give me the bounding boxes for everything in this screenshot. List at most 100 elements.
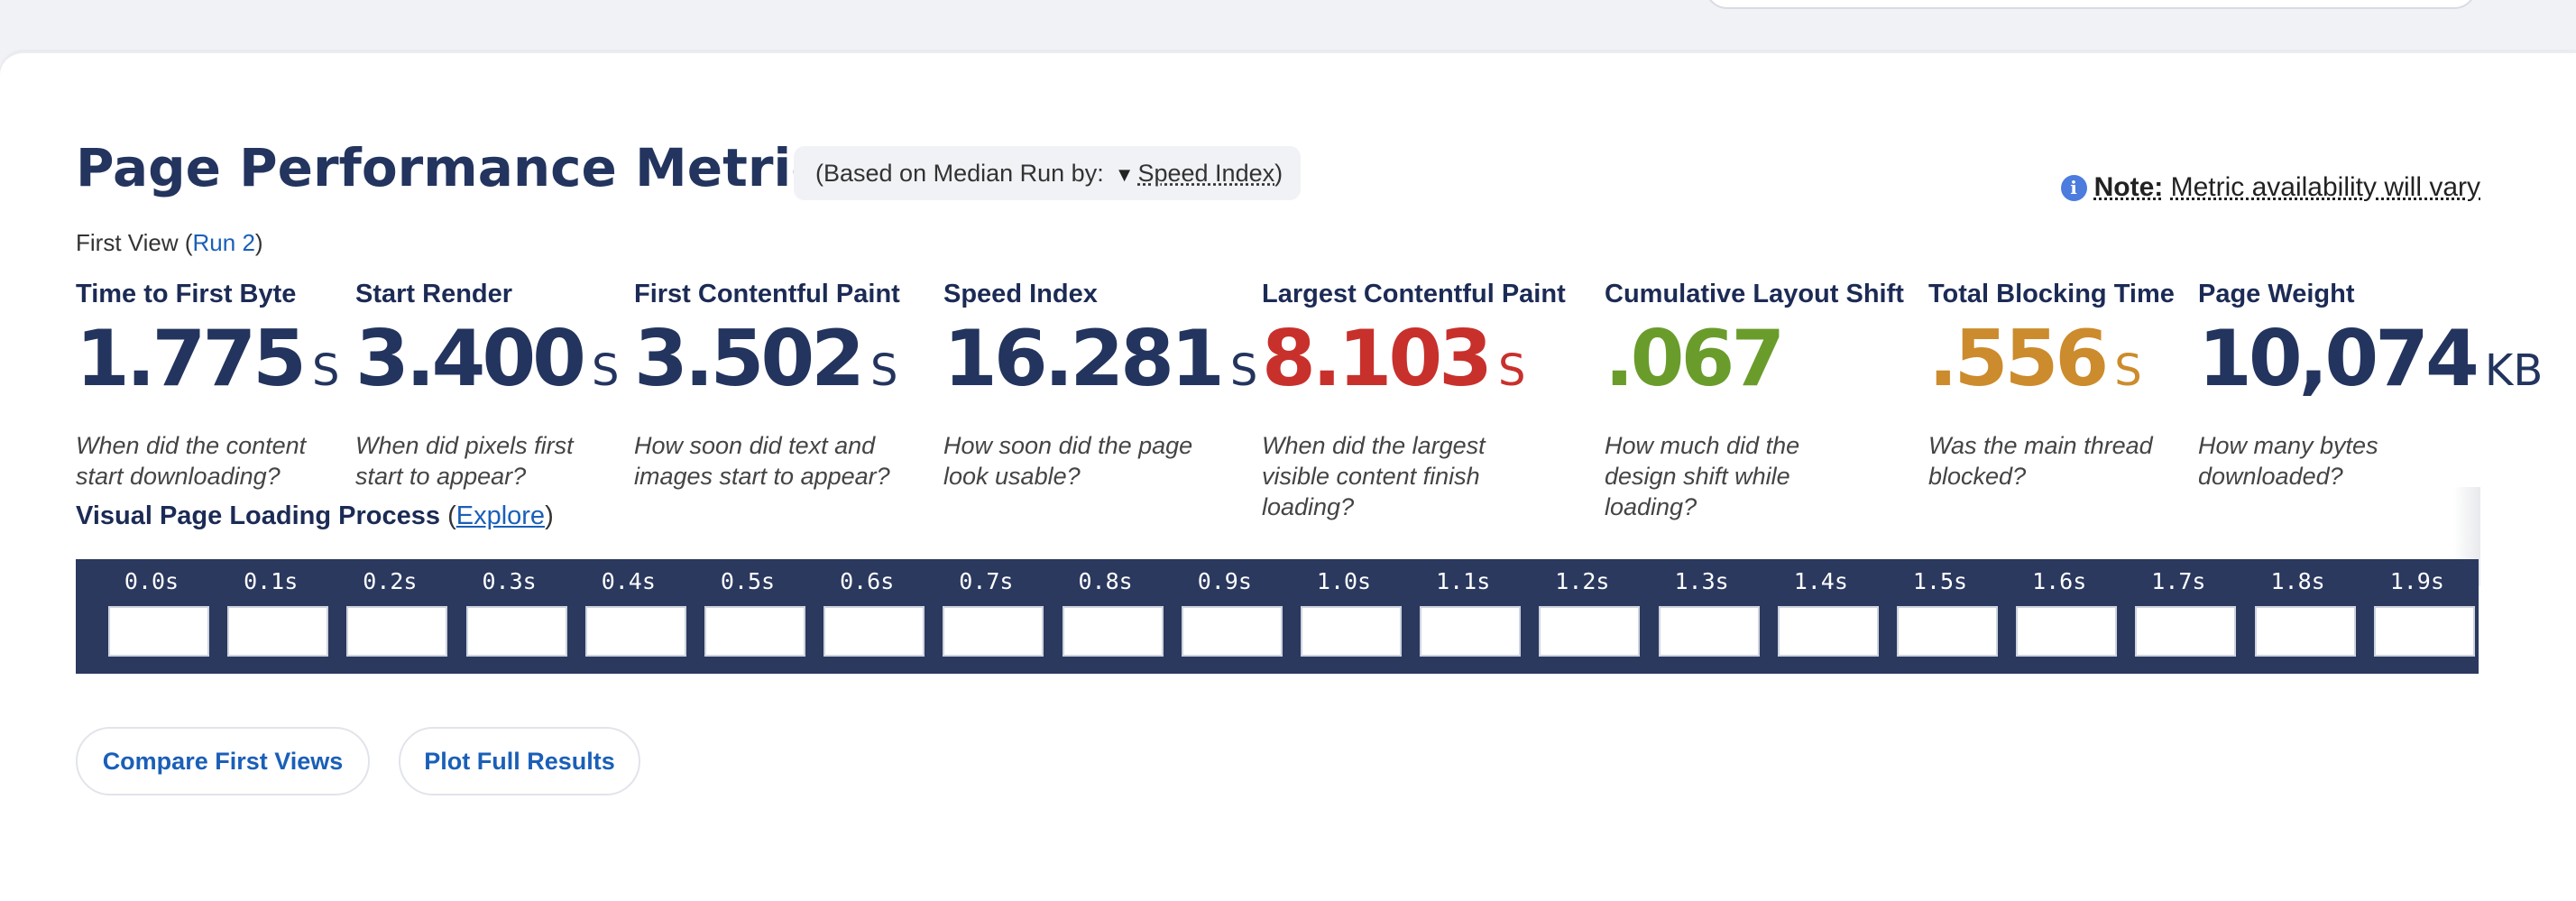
filmstrip-frame[interactable]: 1.0s [1284, 559, 1403, 674]
filmstrip-frame[interactable]: 0.7s [926, 559, 1045, 674]
filmstrip-frame[interactable]: 0.9s [1165, 559, 1284, 674]
filmstrip[interactable]: 0.0s 0.1s 0.2s 0.3s 0.4s 0.5s 0.6s 0.7s 0.8s 0.9s… [76, 559, 2479, 674]
frame-thumbnail[interactable] [1777, 606, 1879, 657]
filmstrip-frame[interactable]: 1.3s [1642, 559, 1762, 674]
filmstrip-frame[interactable]: 1.9s [2358, 559, 2477, 674]
metric-description: When did pixels first start to appear? [355, 432, 574, 490]
filmstrip-frame[interactable]: 1.7s [2119, 559, 2238, 674]
metric-column: Largest Contentful Paint 8.103 S When did t… [1262, 276, 1566, 522]
median-metric-select[interactable]: Speed Index [1137, 160, 1274, 187]
view-label: First View ( [76, 229, 193, 256]
metric-value: 1.775 S [76, 314, 346, 427]
metric-unit: S [1229, 345, 1258, 396]
explore-link[interactable]: Explore [456, 501, 545, 530]
frame-thumbnail[interactable] [1062, 606, 1164, 657]
filmstrip-frame[interactable]: 0.5s [688, 559, 807, 674]
metric-value: 8.103 S [1262, 314, 1566, 427]
filmstrip-frame[interactable]: 0.4s [569, 559, 688, 674]
frame-thumbnail[interactable] [2135, 606, 2237, 657]
frame-thumbnail[interactable] [2373, 606, 2475, 657]
frame-timestamp: 1.5s [1912, 568, 1968, 594]
frame-thumbnail[interactable] [2016, 606, 2118, 657]
frame-thumbnail[interactable] [704, 606, 805, 657]
metric-value: 3.400 S [355, 314, 626, 427]
frame-thumbnail[interactable] [346, 606, 448, 657]
metric-unit: S [870, 345, 898, 396]
filmstrip-frame[interactable]: 0.8s [1046, 559, 1165, 674]
frame-timestamp: 1.4s [1793, 568, 1848, 594]
metric-unit: S [312, 345, 340, 396]
metric-description: Was the main thread blocked? [1928, 432, 2153, 490]
metric-label: Total Blocking Time [1928, 280, 2175, 308]
frame-thumbnail[interactable] [1301, 606, 1402, 657]
frame-thumbnail[interactable] [465, 606, 567, 657]
metric-number: 8.103 [1262, 314, 1493, 404]
filmstrip-frame[interactable]: 1.1s [1403, 559, 1523, 674]
frame-timestamp: 0.0s [124, 568, 179, 594]
dropdown-triangle-icon[interactable]: ▼ [1115, 148, 1135, 202]
plot-full-results-button[interactable]: Plot Full Results [399, 727, 640, 795]
frame-thumbnail[interactable] [1181, 606, 1283, 657]
metric-description: How soon did the page look usable? [943, 432, 1193, 490]
metric-description: How much did the design shift while load… [1605, 432, 1800, 520]
frame-thumbnail[interactable] [1539, 606, 1641, 657]
frame-timestamp: 1.3s [1674, 568, 1729, 594]
frame-thumbnail[interactable] [1658, 606, 1760, 657]
median-run-selector: (Based on Median Run by: ▼ Speed Index) [794, 146, 1301, 200]
metric-column: Start Render 3.400 S When did pixels first … [355, 276, 626, 492]
run-link[interactable]: Run 2 [193, 229, 255, 256]
filmstrip-frame[interactable]: 0.3s [450, 559, 569, 674]
metric-unit: S [1498, 345, 1526, 396]
frame-thumbnail[interactable] [2254, 606, 2356, 657]
frame-thumbnail[interactable] [227, 606, 329, 657]
metric-value: .556 S [1928, 314, 2199, 427]
filmstrip-frame[interactable]: 1.8s [2239, 559, 2358, 674]
metric-label: First Contentful Paint [634, 280, 900, 308]
frame-thumbnail[interactable] [584, 606, 686, 657]
info-icon: i [2060, 175, 2087, 201]
metric-column: Time to First Byte 1.775 S When did the con… [76, 276, 346, 492]
frame-thumbnail[interactable] [1897, 606, 1998, 657]
filmstrip-frame[interactable]: 0.1s [211, 559, 330, 674]
metric-number: 10,074 [2198, 314, 2479, 404]
filmstrip-frame[interactable]: 0.2s [330, 559, 449, 674]
filmstrip-frame[interactable]: 0.0s [92, 559, 211, 674]
compare-first-views-button[interactable]: Compare First Views [76, 727, 370, 795]
explore-close-paren: ) [545, 501, 554, 530]
frame-thumbnail[interactable] [823, 606, 925, 657]
metric-description: When did the largest visible content fin… [1262, 432, 1486, 520]
frame-timestamp: 1.7s [2151, 568, 2206, 594]
filmstrip-frame[interactable]: 1.4s [1762, 559, 1881, 674]
filmstrip-frame[interactable]: 1.5s [1881, 559, 2000, 674]
metric-column: Cumulative Layout Shift .067 How much did … [1605, 276, 1904, 522]
frame-timestamp: 0.5s [720, 568, 776, 594]
median-run-prefix: (Based on Median Run by: [815, 160, 1104, 187]
frame-timestamp: 0.1s [244, 568, 299, 594]
metric-number: 3.502 [634, 314, 865, 404]
frame-thumbnail[interactable] [1420, 606, 1522, 657]
filmstrip-frame[interactable]: 1.2s [1523, 559, 1642, 674]
metric-value: .067 [1605, 314, 1904, 427]
filmstrip-frame[interactable]: 1.6s [2000, 559, 2119, 674]
search-box[interactable] [1705, 0, 2477, 9]
filmstrip-frame[interactable]: 0.6s [807, 559, 926, 674]
frame-timestamp: 1.8s [2270, 568, 2325, 594]
frame-timestamp: 1.6s [2032, 568, 2087, 594]
page-title: Page Performance Metrics [76, 137, 854, 198]
metric-label: Page Weight [2198, 280, 2355, 308]
metric-availability-note[interactable]: i Note: Metric availability will vary [2060, 168, 2480, 207]
note-label: Note: [2093, 172, 2164, 202]
frame-timestamp: 0.2s [363, 568, 418, 594]
frame-thumbnail[interactable] [943, 606, 1044, 657]
metric-value: 16.281 S [943, 314, 1257, 427]
frame-timestamp: 1.9s [2389, 568, 2444, 594]
explore-open-paren: ( [440, 501, 456, 530]
metric-description: When did the content start downloading? [76, 432, 307, 490]
frame-timestamp: 0.6s [840, 568, 895, 594]
metric-number: .067 [1605, 314, 1785, 404]
frame-thumbnail[interactable] [108, 606, 209, 657]
metric-label: Time to First Byte [76, 280, 297, 308]
run-close-paren: ) [254, 229, 263, 256]
metric-number: .556 [1928, 314, 2109, 404]
visual-loading-heading: Visual Page Loading Process (Explore) [76, 496, 554, 536]
